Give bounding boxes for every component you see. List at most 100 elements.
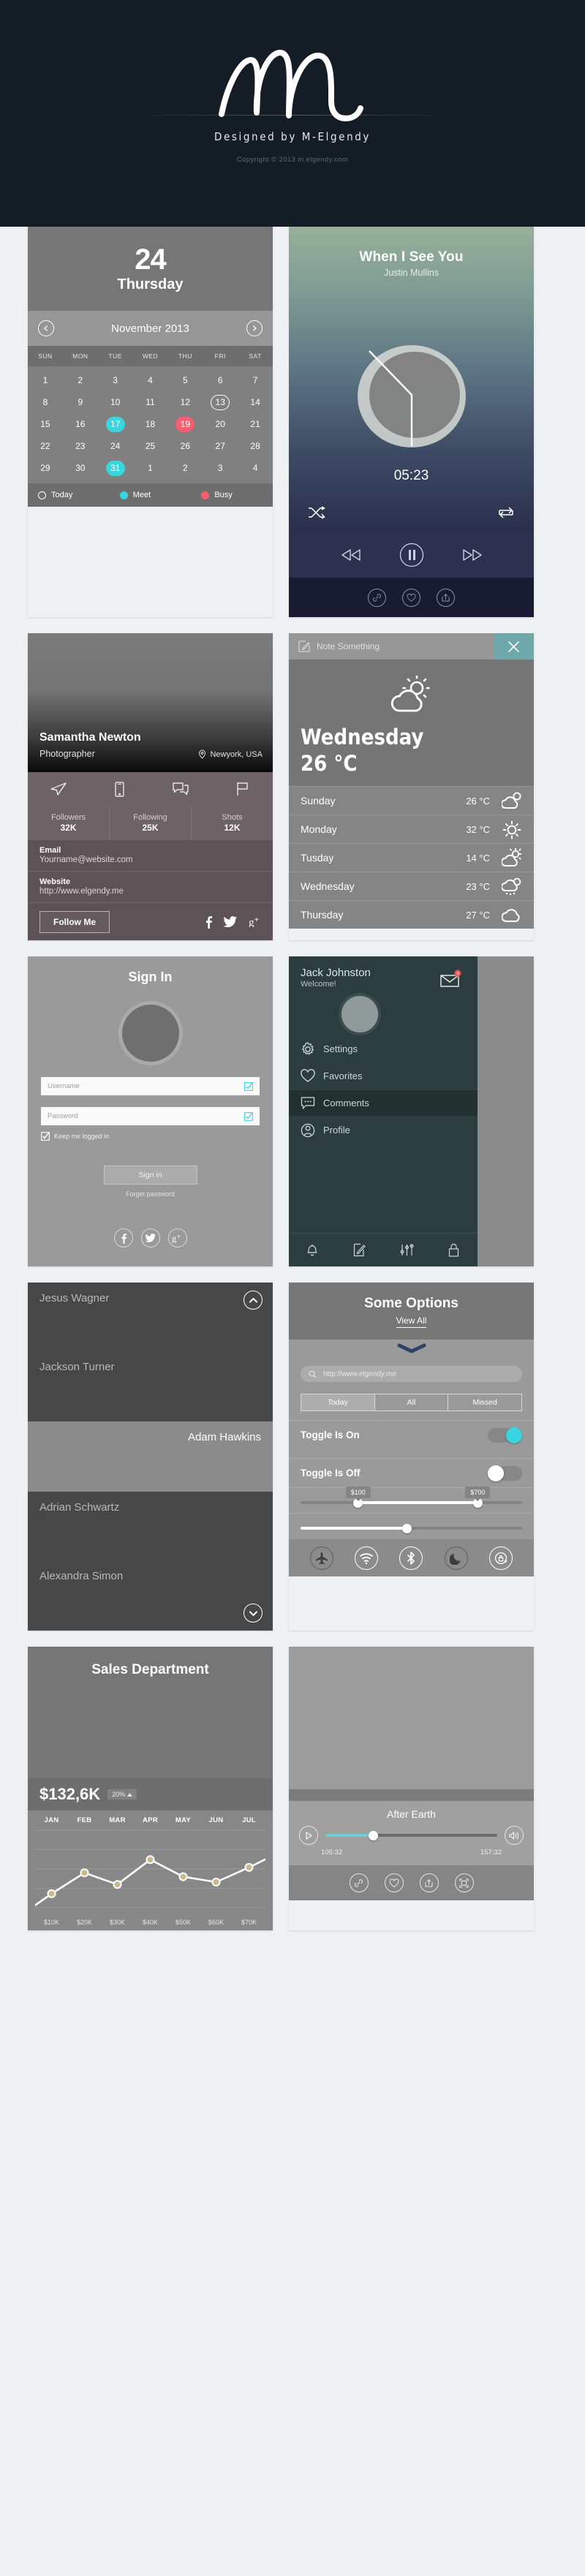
calendar-day-cell[interactable]: 23 [63,439,98,454]
weather-forecast-row[interactable]: Monday 32 °C [289,815,534,843]
calendar-prev-button[interactable] [38,320,54,336]
video-screen[interactable] [289,1647,534,1789]
calendar-day-cell[interactable]: 25 [133,439,168,454]
calendar-day-cell[interactable]: 7 [238,373,273,388]
quick-toggle-bluetooth[interactable] [399,1546,423,1570]
calendar-day-cell[interactable]: 4 [133,373,168,388]
calendar-day-cell[interactable]: 19 [167,416,203,432]
segment-today[interactable]: Today [301,1394,375,1410]
repeat-icon[interactable] [497,506,515,519]
chevron-up-icon[interactable] [244,1291,263,1310]
segment-all[interactable]: All [375,1394,449,1410]
username-field[interactable]: Username [41,1077,260,1095]
facebook-icon[interactable] [205,915,212,929]
heart-icon[interactable] [384,1873,404,1892]
calendar-day-cell[interactable]: 30 [63,461,98,476]
quick-toggle-moon[interactable] [444,1546,468,1570]
chevron-down-icon[interactable] [244,1604,263,1623]
previous-icon[interactable] [341,549,361,561]
calendar-day-cell[interactable]: 17 [98,416,133,432]
edit-icon[interactable] [336,1243,384,1257]
calendar-day-cell[interactable]: 14 [238,395,273,410]
googleplus-icon[interactable]: g + [249,916,261,927]
calendar-day-cell[interactable]: 3 [203,461,238,476]
fullscreen-icon[interactable] [454,1873,474,1892]
menu-overlay[interactable] [478,956,534,1266]
calendar-day-cell[interactable]: 22 [28,439,63,454]
calendar-day-cell[interactable]: 10 [98,395,133,410]
calendar-day-cell[interactable]: 12 [167,395,203,410]
facebook-icon[interactable] [113,1228,133,1247]
keep-logged-checkbox[interactable]: Keep me logged in [41,1132,260,1141]
shuffle-icon[interactable] [308,506,325,519]
calendar-day-cell[interactable]: 9 [63,395,98,410]
quick-toggle-airplane[interactable] [309,1546,333,1570]
collapse-handle[interactable] [289,1343,534,1357]
menu-item-settings[interactable]: Settings [289,1035,478,1062]
twitter-icon[interactable] [224,916,237,927]
password-field[interactable]: Password [41,1107,260,1125]
flag-icon[interactable] [211,782,273,796]
website-value[interactable]: http://www.elgendy.me [39,887,261,896]
next-icon[interactable] [462,549,483,561]
menu-item-favorites[interactable]: Favorites [289,1062,478,1089]
segment-missed[interactable]: Missed [448,1394,521,1410]
calendar-day-cell[interactable]: 4 [238,461,273,476]
menu-item-comments[interactable]: Comments [289,1089,478,1117]
calendar-day-cell[interactable]: 2 [63,373,98,388]
single-handle[interactable] [401,1523,412,1533]
accordion-item[interactable]: Jesus Wagner [28,1283,273,1351]
chat-icon[interactable] [151,782,212,796]
link-icon[interactable] [368,588,386,607]
forget-password-link[interactable]: Forget password [28,1190,273,1198]
quick-toggle-rotation-lock[interactable] [489,1546,513,1570]
signin-submit-button[interactable]: Sign in [103,1166,197,1185]
lock-icon[interactable] [431,1243,478,1257]
twitter-icon[interactable] [140,1228,160,1247]
toggle-on-switch[interactable] [488,1427,522,1443]
note-close-button[interactable] [494,633,534,660]
calendar-day-cell[interactable]: 15 [28,417,63,432]
calendar-day-cell[interactable]: 13 [203,394,238,410]
follow-me-button[interactable]: Follow Me [39,910,110,933]
note-input[interactable]: Note Something [289,641,494,652]
calendar-day-cell[interactable]: 8 [28,395,63,410]
weather-forecast-row[interactable]: Thursday 27 °C [289,900,534,929]
phone-icon[interactable] [89,781,151,797]
send-icon[interactable] [28,782,89,796]
calendar-day-cell[interactable]: 29 [28,461,63,476]
video-progress-slider[interactable] [325,1830,497,1840]
calendar-day-cell[interactable]: 5 [167,373,203,388]
share-icon[interactable] [437,588,455,607]
calendar-day-cell[interactable]: 18 [133,417,168,432]
search-input[interactable]: http://www.elgendy.me [301,1366,522,1382]
heart-icon[interactable] [402,588,420,607]
menu-item-profile[interactable]: Profile [289,1117,478,1144]
calendar-day-cell[interactable]: 3 [98,373,133,388]
calendar-day-cell[interactable]: 31 [98,460,133,476]
googleplus-icon[interactable]: g + [167,1228,187,1247]
calendar-day-cell[interactable]: 6 [203,373,238,388]
calendar-day-cell[interactable]: 1 [28,373,63,388]
volume-icon[interactable] [505,1826,524,1845]
bell-icon[interactable] [289,1243,336,1257]
weather-forecast-row[interactable]: Tusday 14 °C [289,843,534,872]
calendar-day-cell[interactable]: 27 [203,439,238,454]
calendar-day-cell[interactable]: 26 [167,439,203,454]
link-icon[interactable] [349,1873,369,1892]
video-handle[interactable] [369,1830,379,1840]
accordion-item[interactable]: Alexandra Simon [28,1560,273,1631]
calendar-day-cell[interactable]: 21 [238,417,273,432]
calendar-day-cell[interactable]: 16 [63,417,98,432]
calendar-day-cell[interactable]: 2 [167,461,203,476]
mail-button[interactable]: 9 [439,970,463,992]
single-slider[interactable] [301,1523,522,1533]
view-all-link[interactable]: View All [396,1315,427,1328]
calendar-next-button[interactable] [246,320,263,336]
accordion-item[interactable]: Adam Hawkins [28,1421,273,1492]
toggle-off-switch[interactable] [488,1465,522,1481]
quick-toggle-wifi[interactable] [355,1546,379,1570]
calendar-day-cell[interactable]: 20 [203,417,238,432]
share-icon[interactable] [419,1873,439,1892]
accordion-item[interactable]: Jackson Turner [28,1351,273,1421]
